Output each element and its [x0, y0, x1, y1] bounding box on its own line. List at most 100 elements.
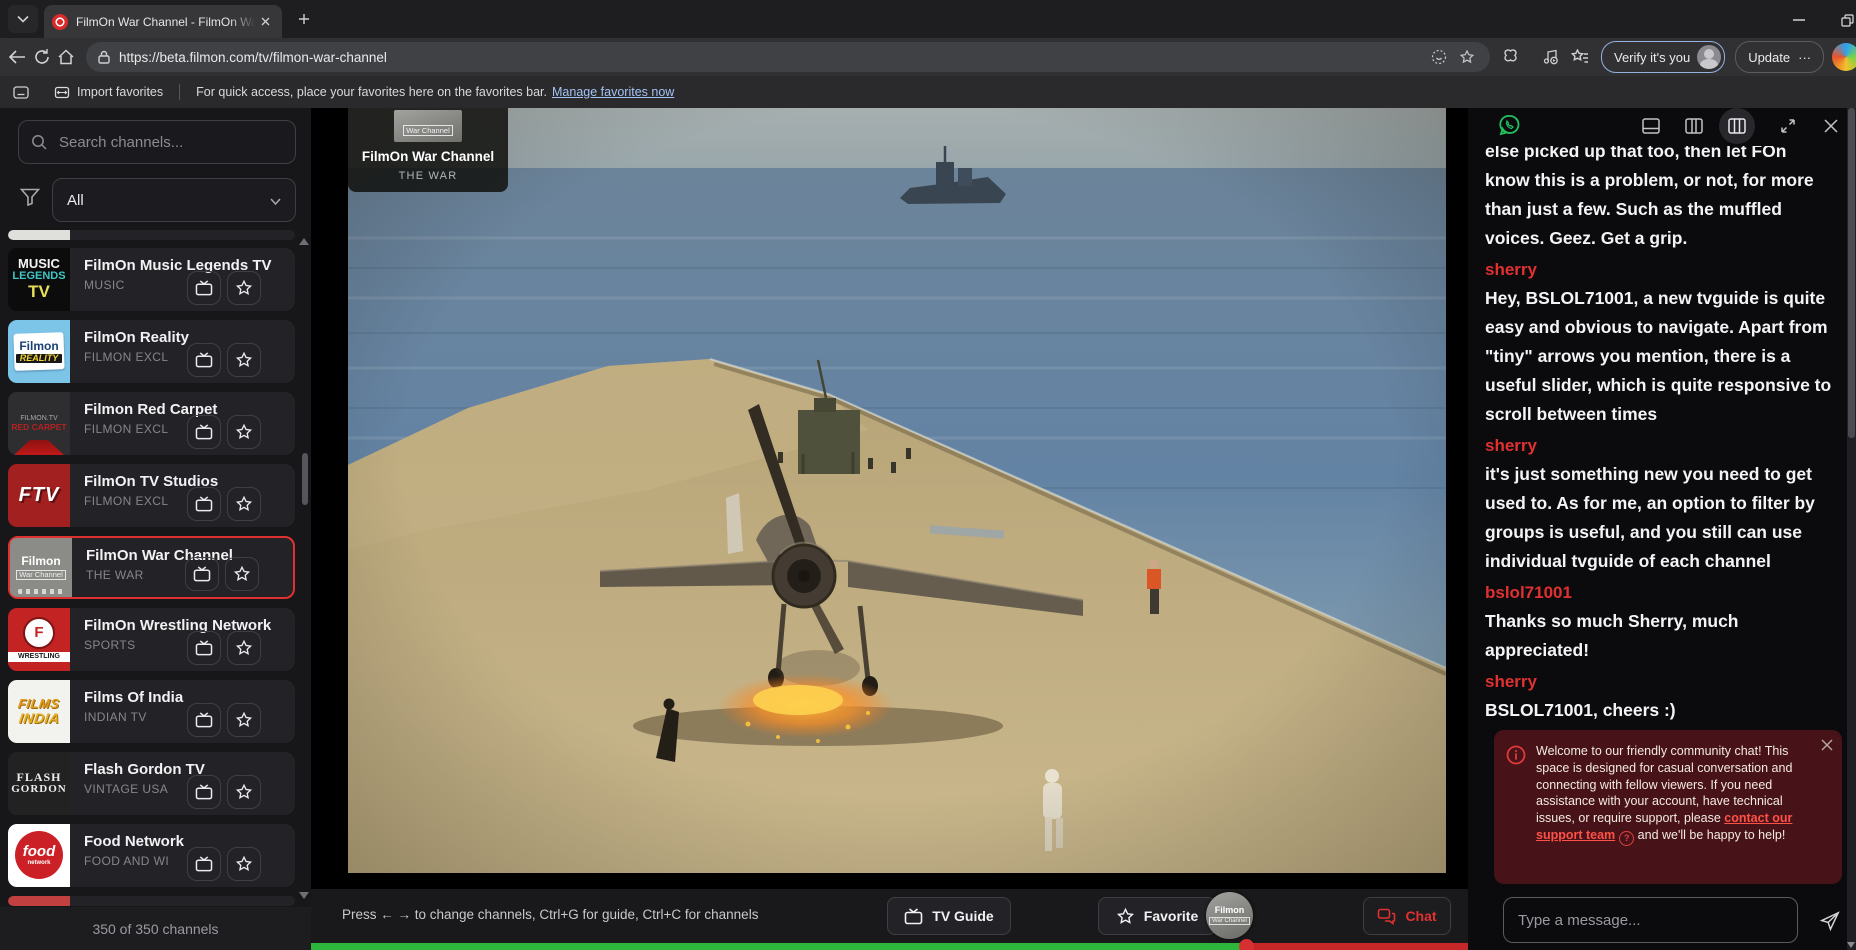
- channel-category: FILMON EXCLUSIVE: [84, 494, 168, 508]
- new-tab-button[interactable]: [290, 5, 318, 33]
- channel-favorite-button[interactable]: [227, 487, 261, 521]
- channel-info: Films Of IndiaINDIAN TV: [70, 680, 295, 743]
- star-icon: [235, 855, 253, 873]
- channel-logo: FilmonWar Channel: [10, 538, 72, 597]
- page-scrollbar[interactable]: [1847, 108, 1856, 950]
- sidebar-scroll-down-arrow[interactable]: [299, 892, 309, 899]
- notification-close-icon[interactable]: [1821, 738, 1833, 756]
- channel-item[interactable]: FTVFilmOn TV StudiosFILMON EXCLUSIVE: [8, 464, 295, 527]
- layout-columns-3-icon[interactable]: [1719, 108, 1755, 144]
- channel-logo: FilmonREALITY: [8, 320, 70, 383]
- channel-favorite-button[interactable]: [227, 271, 261, 305]
- category-filter-select[interactable]: All: [52, 178, 296, 222]
- home-button[interactable]: [58, 44, 74, 70]
- tv-guide-button[interactable]: TV Guide: [887, 897, 1011, 935]
- channel-item[interactable]: FLASHGORDONFlash Gordon TVVINTAGE USA: [8, 752, 295, 815]
- channel-favorite-button[interactable]: [225, 557, 259, 591]
- channel-info: Flash Gordon TVVINTAGE USA: [70, 752, 295, 815]
- channel-category: INDIAN TV: [84, 710, 168, 724]
- update-button[interactable]: Update ···: [1735, 41, 1824, 73]
- verify-profile-button[interactable]: Verify it's you: [1601, 41, 1725, 73]
- refresh-button[interactable]: [34, 44, 50, 70]
- send-message-button[interactable]: [1816, 907, 1844, 935]
- channel-tvguide-button[interactable]: [187, 343, 221, 377]
- progress-knob[interactable]: [1239, 939, 1254, 950]
- channel-logo: FILMSINDIA: [8, 680, 70, 743]
- channel-item[interactable]: MUSICLEGENDSTVFilmOn Music Legends TVMUS…: [8, 248, 295, 311]
- chat-message: Thanks so much Sherry, much appreciated!: [1485, 607, 1832, 665]
- layout-columns-2-icon[interactable]: [1683, 115, 1705, 137]
- playback-progress-bar[interactable]: [311, 943, 1468, 950]
- minimize-button[interactable]: [1784, 8, 1814, 32]
- channel-favorite-button[interactable]: [227, 703, 261, 737]
- channel-item[interactable]: FilmonREALITYFilmOn RealityFILMON EXCLUS…: [8, 320, 295, 383]
- plus-icon: [298, 13, 310, 25]
- star-icon: [233, 565, 251, 583]
- page-scrollbar-thumb[interactable]: [1848, 108, 1855, 438]
- tv-icon: [193, 566, 211, 582]
- notification-text: Welcome to our friendly community chat! …: [1536, 743, 1816, 874]
- war-footage-frame: [348, 108, 1446, 873]
- channel-tvguide-button[interactable]: [187, 415, 221, 449]
- channel-category: FILMON EXCLUSIVE: [84, 350, 168, 364]
- chevron-down-icon: [270, 192, 281, 209]
- chat-message-input[interactable]: [1503, 897, 1798, 943]
- channel-info: Food NetworkFOOD AND WINE: [70, 824, 295, 887]
- page-content: All MUSICLEGENDSTVFilmOn Music Legends T…: [0, 108, 1856, 950]
- channel-category: THE WAR: [86, 568, 170, 582]
- browser-essentials-icon[interactable]: [1502, 46, 1519, 68]
- channel-tvguide-button[interactable]: [187, 847, 221, 881]
- video-player[interactable]: [348, 108, 1446, 873]
- keyboard-hint-text: Press ← → to change channels, Ctrl+G for…: [342, 907, 758, 922]
- layout-rows-icon[interactable]: [1640, 115, 1662, 137]
- channel-tvguide-button[interactable]: [187, 487, 221, 521]
- channel-logo-text: War Channel: [403, 125, 453, 136]
- channel-actions: [187, 847, 261, 881]
- tab-close-icon[interactable]: [256, 13, 274, 31]
- chat-toggle-button[interactable]: Chat: [1363, 897, 1451, 935]
- favorite-button[interactable]: Favorite: [1098, 897, 1216, 935]
- page-scroll-down-arrow[interactable]: [1847, 942, 1855, 948]
- expand-icon[interactable]: [1777, 115, 1799, 137]
- close-chat-icon[interactable]: [1820, 115, 1842, 137]
- sidebar-scrollbar-thumb[interactable]: [302, 453, 308, 505]
- channel-favorite-button[interactable]: [227, 343, 261, 377]
- restore-button[interactable]: [1832, 8, 1856, 32]
- chat-label: Chat: [1405, 908, 1436, 924]
- tab-search-button[interactable]: [8, 5, 38, 33]
- channel-favorite-button[interactable]: [227, 631, 261, 665]
- bookmark-star-icon[interactable]: [1456, 46, 1478, 68]
- channel-actions: [187, 271, 261, 305]
- search-input[interactable]: [57, 133, 283, 152]
- help-icon[interactable]: ?: [1619, 831, 1634, 846]
- import-favorites-button[interactable]: Import favorites: [54, 85, 163, 100]
- channel-favorite-button[interactable]: [227, 775, 261, 809]
- channel-item[interactable]: FilmonWar ChannelFilmOn War ChannelTHE W…: [8, 536, 295, 599]
- tv-icon: [195, 640, 213, 656]
- channel-favorite-button[interactable]: [227, 847, 261, 881]
- channel-logo: [8, 896, 70, 906]
- manage-favorites-link[interactable]: Manage favorites now: [552, 85, 674, 99]
- channel-tvguide-button[interactable]: [187, 271, 221, 305]
- channel-item[interactable]: foodnetworkFood NetworkFOOD AND WINE: [8, 824, 295, 887]
- channel-favorite-button[interactable]: [227, 415, 261, 449]
- back-button[interactable]: [8, 44, 26, 70]
- address-bar[interactable]: https://beta.filmon.com/tv/filmon-war-ch…: [86, 42, 1490, 72]
- channel-tvguide-button[interactable]: [187, 775, 221, 809]
- channel-item[interactable]: FWRESTLINGFilmOn Wrestling NetworkSPORTS: [8, 608, 295, 671]
- favorites-sidebar-icon[interactable]: [10, 81, 32, 103]
- browser-profile-avatar[interactable]: [1832, 43, 1856, 71]
- media-controls-icon[interactable]: [1543, 46, 1559, 68]
- channel-search-box[interactable]: [18, 120, 296, 164]
- channel-actions: [187, 415, 261, 449]
- favorites-icon[interactable]: [1571, 46, 1589, 68]
- channel-tvguide-button[interactable]: [187, 703, 221, 737]
- feedback-smiley-icon[interactable]: [1428, 46, 1450, 68]
- browser-tab[interactable]: FilmOn War Channel - FilmOn War: [44, 5, 282, 38]
- channel-item[interactable]: FILMON.TVRED CARPETFilmon Red CarpetFILM…: [8, 392, 295, 455]
- channel-item[interactable]: FILMSINDIAFilms Of IndiaINDIAN TV: [8, 680, 295, 743]
- sidebar-scroll-up-arrow[interactable]: [299, 238, 309, 245]
- channel-tvguide-button[interactable]: [185, 557, 219, 591]
- chat-welcome-notification: Welcome to our friendly community chat! …: [1494, 730, 1842, 884]
- channel-tvguide-button[interactable]: [187, 631, 221, 665]
